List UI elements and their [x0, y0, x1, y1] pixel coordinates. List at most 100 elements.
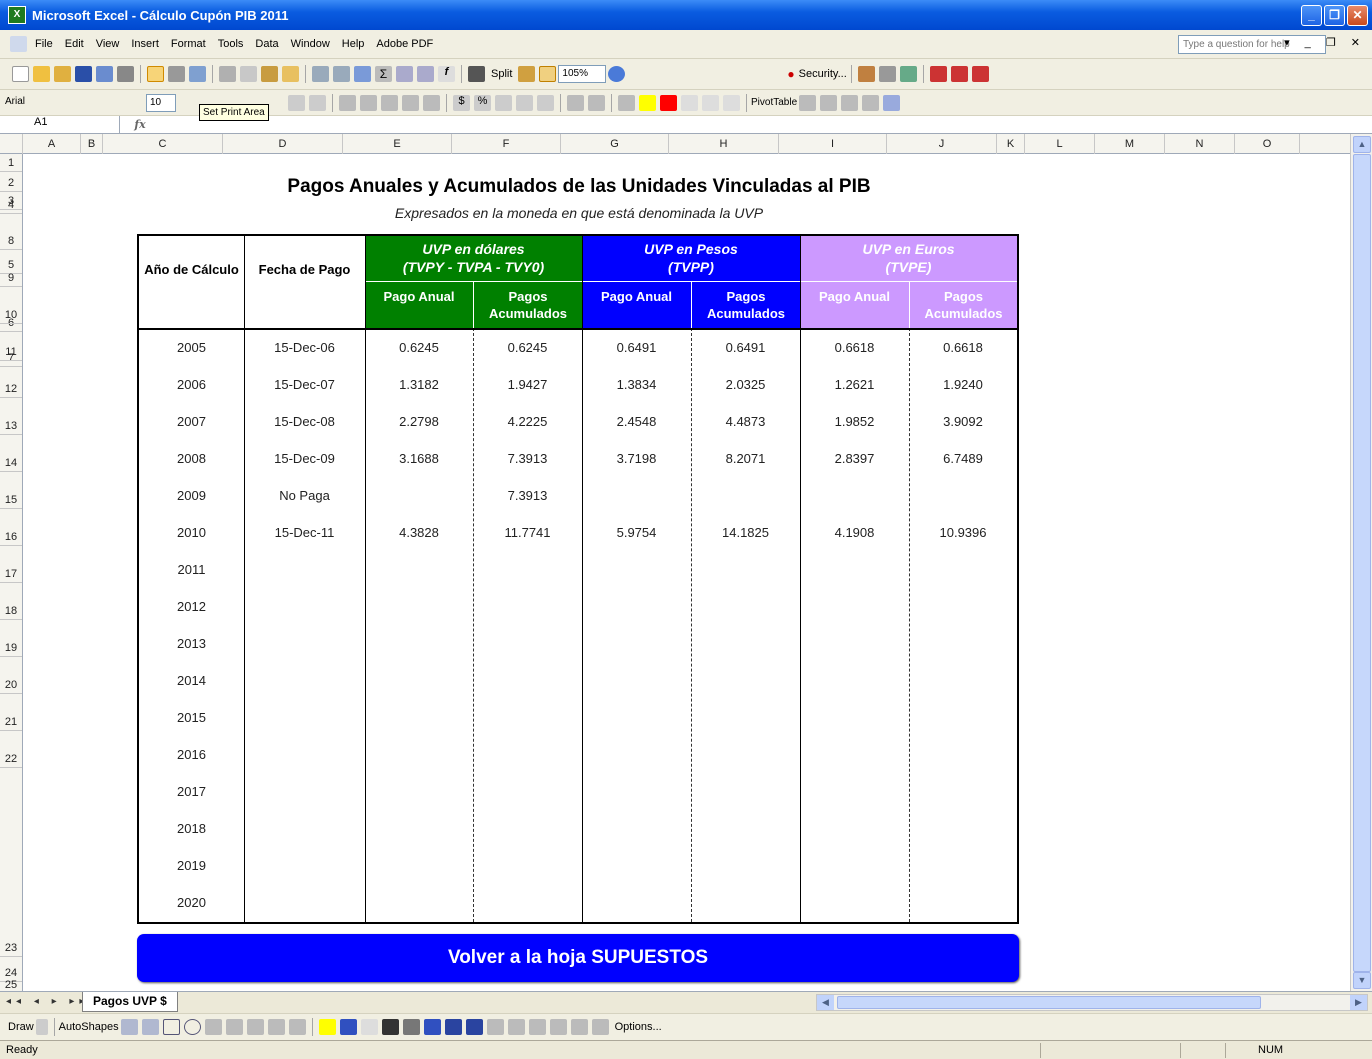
row-header[interactable]: 23 — [0, 935, 22, 957]
grid-icon[interactable] — [549, 1019, 567, 1035]
increase-indent-icon[interactable] — [588, 94, 605, 111]
scroll-left-icon[interactable]: ◀ — [817, 995, 834, 1010]
value-cell[interactable]: 1.9852 — [800, 414, 909, 429]
save-icon[interactable] — [75, 66, 92, 82]
value-cell[interactable]: 10.9396 — [909, 525, 1017, 540]
year-cell[interactable]: 2015 — [139, 710, 244, 725]
value-cell[interactable]: 0.6491 — [691, 340, 800, 355]
fill-color-icon[interactable] — [639, 94, 656, 111]
arrow-icon[interactable] — [141, 1019, 159, 1035]
row-header[interactable]: 8 — [0, 213, 22, 250]
split-button[interactable]: Split — [491, 68, 512, 80]
value-cell[interactable]: 6.7489 — [909, 451, 1017, 466]
row-header[interactable]: 18 — [0, 583, 22, 620]
pdf-review-icon[interactable] — [971, 66, 989, 82]
macro-icon[interactable] — [857, 66, 875, 82]
font-color-draw-icon[interactable] — [360, 1019, 378, 1035]
currency-icon[interactable]: $ — [453, 94, 470, 111]
value-cell[interactable]: 0.6618 — [909, 340, 1017, 355]
year-cell[interactable]: 2013 — [139, 636, 244, 651]
page-icon[interactable] — [591, 1019, 609, 1035]
line-color-icon[interactable] — [339, 1019, 357, 1035]
clipart-icon[interactable] — [267, 1019, 285, 1035]
value-cell[interactable]: 2.8397 — [800, 451, 909, 466]
textbox-icon[interactable] — [204, 1019, 222, 1035]
sort-ascending-icon[interactable] — [396, 66, 413, 82]
row-header[interactable]: 13 — [0, 398, 22, 435]
value-cell[interactable]: 1.9240 — [909, 377, 1017, 392]
value-cell[interactable]: 2.0325 — [691, 377, 800, 392]
security-button[interactable]: Security... — [799, 68, 847, 80]
format-painter-icon[interactable] — [282, 66, 299, 82]
permission-icon[interactable] — [96, 66, 113, 82]
year-cell[interactable]: 2016 — [139, 747, 244, 762]
zoom-select[interactable]: 105% — [558, 65, 607, 83]
date-cell[interactable]: 15-Dec-07 — [244, 377, 365, 392]
year-cell[interactable]: 2005 — [139, 340, 244, 355]
copy-icon[interactable] — [240, 66, 257, 82]
font-size-select[interactable]: 10 — [146, 93, 176, 112]
value-cell[interactable]: 3.9092 — [909, 414, 1017, 429]
scroll-right-icon[interactable]: ▶ — [1350, 995, 1367, 1010]
show-field-list-icon[interactable] — [883, 94, 901, 111]
3d-icon[interactable] — [465, 1019, 483, 1035]
row-header[interactable]: 9 — [0, 250, 22, 287]
value-cell[interactable]: 0.6245 — [473, 340, 582, 355]
line-style-icon[interactable] — [381, 1019, 399, 1035]
value-cell[interactable]: 1.9427 — [473, 377, 582, 392]
increase-decimal-icon[interactable] — [516, 94, 533, 111]
close-button[interactable]: ✕ — [1347, 4, 1368, 26]
value-cell[interactable]: 7.3913 — [473, 488, 582, 503]
value-cell[interactable]: 4.3828 — [365, 525, 473, 540]
scroll-down-icon[interactable]: ▼ — [1353, 972, 1371, 989]
increase-font-icon[interactable] — [288, 94, 305, 111]
zoom-icon[interactable] — [539, 66, 557, 82]
column-header[interactable]: K — [997, 134, 1025, 154]
print-preview-icon[interactable] — [168, 66, 185, 82]
row-header[interactable]: 20 — [0, 657, 22, 694]
dash-style-icon[interactable] — [402, 1019, 420, 1035]
value-cell[interactable]: 4.2225 — [473, 414, 582, 429]
scroll-thumb[interactable] — [1353, 154, 1371, 972]
font-color-icon[interactable] — [660, 94, 677, 111]
hyperlink-icon[interactable] — [354, 66, 371, 82]
picture-icon[interactable] — [288, 1019, 306, 1035]
vertical-scrollbar[interactable]: ▲ ▼ — [1350, 134, 1372, 991]
row-header[interactable]: 22 — [0, 731, 22, 768]
value-cell[interactable]: 1.2621 — [800, 377, 909, 392]
abc-icon[interactable] — [507, 1019, 525, 1035]
column-header[interactable]: D — [223, 134, 343, 154]
year-cell[interactable]: 2012 — [139, 599, 244, 614]
menu-item-edit[interactable]: Edit — [59, 38, 90, 50]
pdf-icon[interactable] — [929, 66, 947, 82]
equation-icon[interactable] — [570, 1019, 588, 1035]
minimize-button[interactable]: _ — [1301, 4, 1322, 26]
year-cell[interactable]: 2018 — [139, 821, 244, 836]
menu-item-view[interactable]: View — [90, 38, 126, 50]
date-cell[interactable]: 15-Dec-08 — [244, 414, 365, 429]
row-header[interactable]: 1 — [0, 154, 22, 172]
menu-item-tools[interactable]: Tools — [212, 38, 250, 50]
pdf-email-icon[interactable] — [950, 66, 968, 82]
field-settings-icon[interactable] — [862, 94, 880, 111]
shadow-icon[interactable] — [444, 1019, 462, 1035]
column-header[interactable]: L — [1025, 134, 1095, 154]
merge-center-icon[interactable] — [423, 94, 440, 111]
function-icon[interactable]: f — [438, 66, 455, 82]
row-header[interactable]: 14 — [0, 435, 22, 472]
column-header[interactable]: H — [669, 134, 779, 154]
align-center-icon[interactable] — [360, 94, 377, 111]
fill-icon[interactable] — [318, 1019, 336, 1035]
camera-icon[interactable] — [723, 94, 740, 111]
row-header[interactable]: 10 — [0, 287, 22, 324]
align-right-icon[interactable] — [381, 94, 398, 111]
document-window-buttons[interactable]: ▾ _ ❐ ✕ — [1284, 36, 1366, 49]
year-cell[interactable]: 2007 — [139, 414, 244, 429]
year-cell[interactable]: 2017 — [139, 784, 244, 799]
column-header[interactable]: B — [81, 134, 103, 154]
paste-icon[interactable] — [261, 66, 278, 82]
cut-icon[interactable] — [219, 66, 236, 82]
decrease-indent-icon[interactable] — [567, 94, 584, 111]
value-cell[interactable]: 1.3834 — [582, 377, 691, 392]
tab-pagos-uvp[interactable]: Pagos UVP $ — [82, 992, 178, 1012]
